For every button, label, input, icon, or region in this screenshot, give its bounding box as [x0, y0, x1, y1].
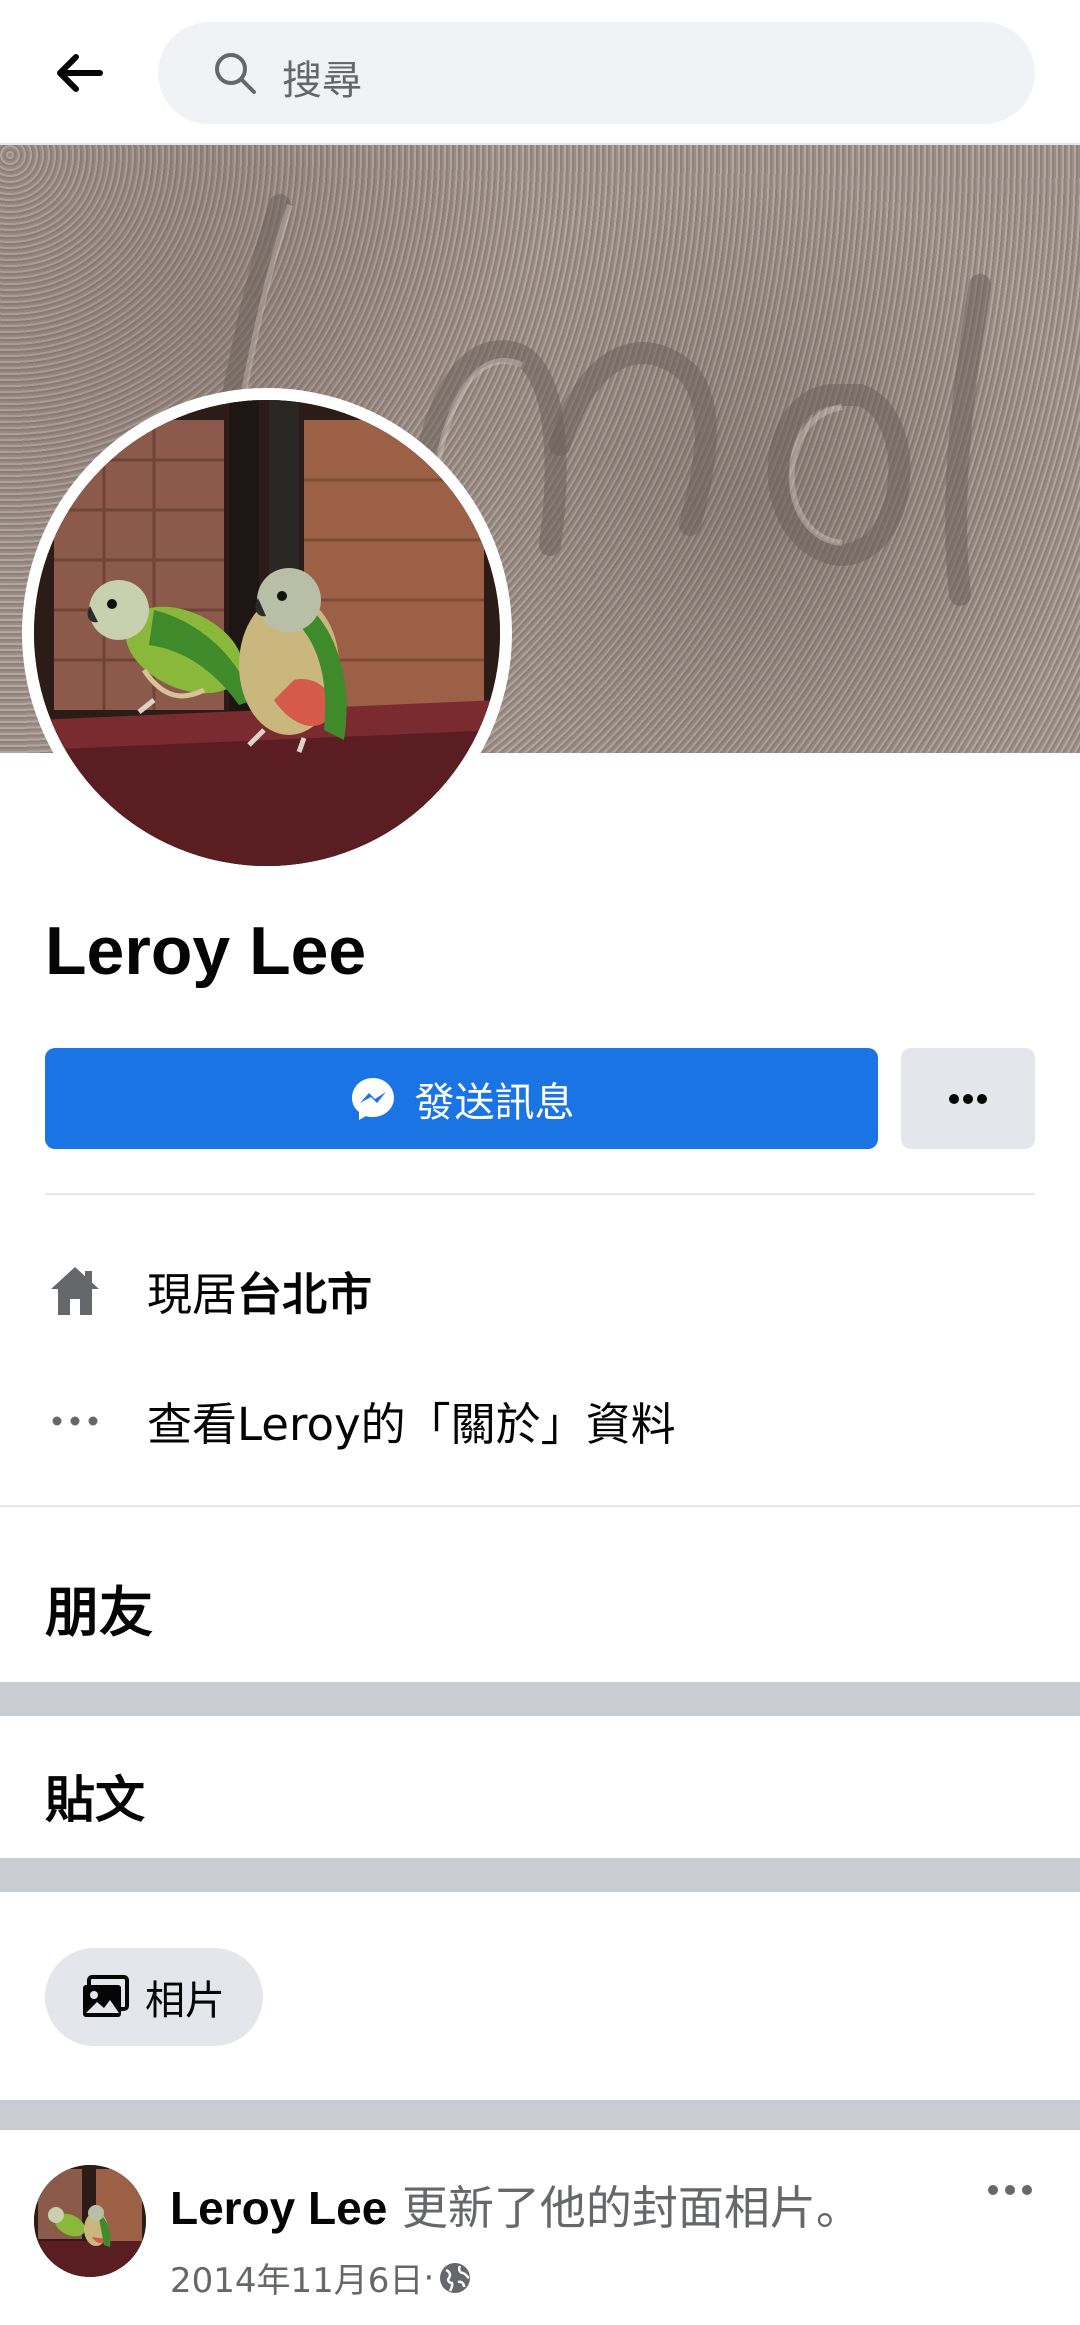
post-avatar-photo	[34, 2165, 146, 2277]
post-action-text: 更新了他的封面相片。	[387, 2181, 862, 2235]
post-author-name[interactable]: Leroy Lee	[170, 2182, 387, 2234]
messenger-icon	[351, 1077, 394, 1120]
post-date[interactable]: 2014年11月6日	[170, 2253, 423, 2302]
home-icon	[45, 1261, 105, 1321]
section-separator	[0, 1858, 1080, 1892]
photos-chip-label: 相片	[145, 1978, 225, 2024]
ellipsis-icon	[988, 2185, 1032, 2195]
arrow-left-icon	[57, 54, 103, 92]
intro-about-link[interactable]: 查看Leroy的「關於」資料	[45, 1388, 676, 1453]
profile-name: Leroy Lee	[45, 913, 367, 989]
divider	[0, 1505, 1080, 1507]
post-more-button[interactable]	[975, 2170, 1045, 2210]
about-link-label: 查看Leroy的「關於」資料	[147, 1398, 676, 1451]
send-message-label: 發送訊息	[414, 1079, 575, 1126]
section-separator	[0, 1682, 1080, 1716]
top-bar: 搜尋	[0, 0, 1080, 145]
meta-separator: ·	[423, 2257, 435, 2298]
photos-icon	[81, 1975, 129, 2019]
photos-filter-chip[interactable]: 相片	[45, 1948, 263, 2046]
intro-lives-in: 現居 台北市	[45, 1258, 372, 1323]
friends-title[interactable]: 朋友	[45, 1568, 153, 1647]
section-separator	[0, 2100, 1080, 2130]
avatar[interactable]	[34, 400, 500, 866]
posts-title: 貼文	[45, 1771, 145, 1829]
lives-prefix: 現居	[147, 1268, 238, 1321]
lives-city[interactable]: 台北市	[237, 1258, 372, 1323]
divider	[45, 1193, 1035, 1195]
profile-more-button[interactable]	[901, 1048, 1035, 1149]
ellipsis-icon	[949, 1093, 987, 1104]
search-placeholder: 搜尋	[282, 58, 362, 104]
post-meta: 2014年11月6日 ·	[170, 2253, 472, 2302]
post-author-avatar[interactable]	[34, 2165, 146, 2277]
post-headline: Leroy Lee 更新了他的封面相片。	[170, 2172, 862, 2238]
search-input[interactable]: 搜尋	[158, 22, 1035, 124]
globe-icon	[440, 2262, 471, 2293]
send-message-button[interactable]: 發送訊息	[45, 1048, 878, 1149]
more-dots-icon	[45, 1391, 105, 1451]
parrots-photo	[34, 400, 500, 866]
back-button[interactable]	[40, 38, 120, 108]
search-icon	[215, 53, 256, 94]
